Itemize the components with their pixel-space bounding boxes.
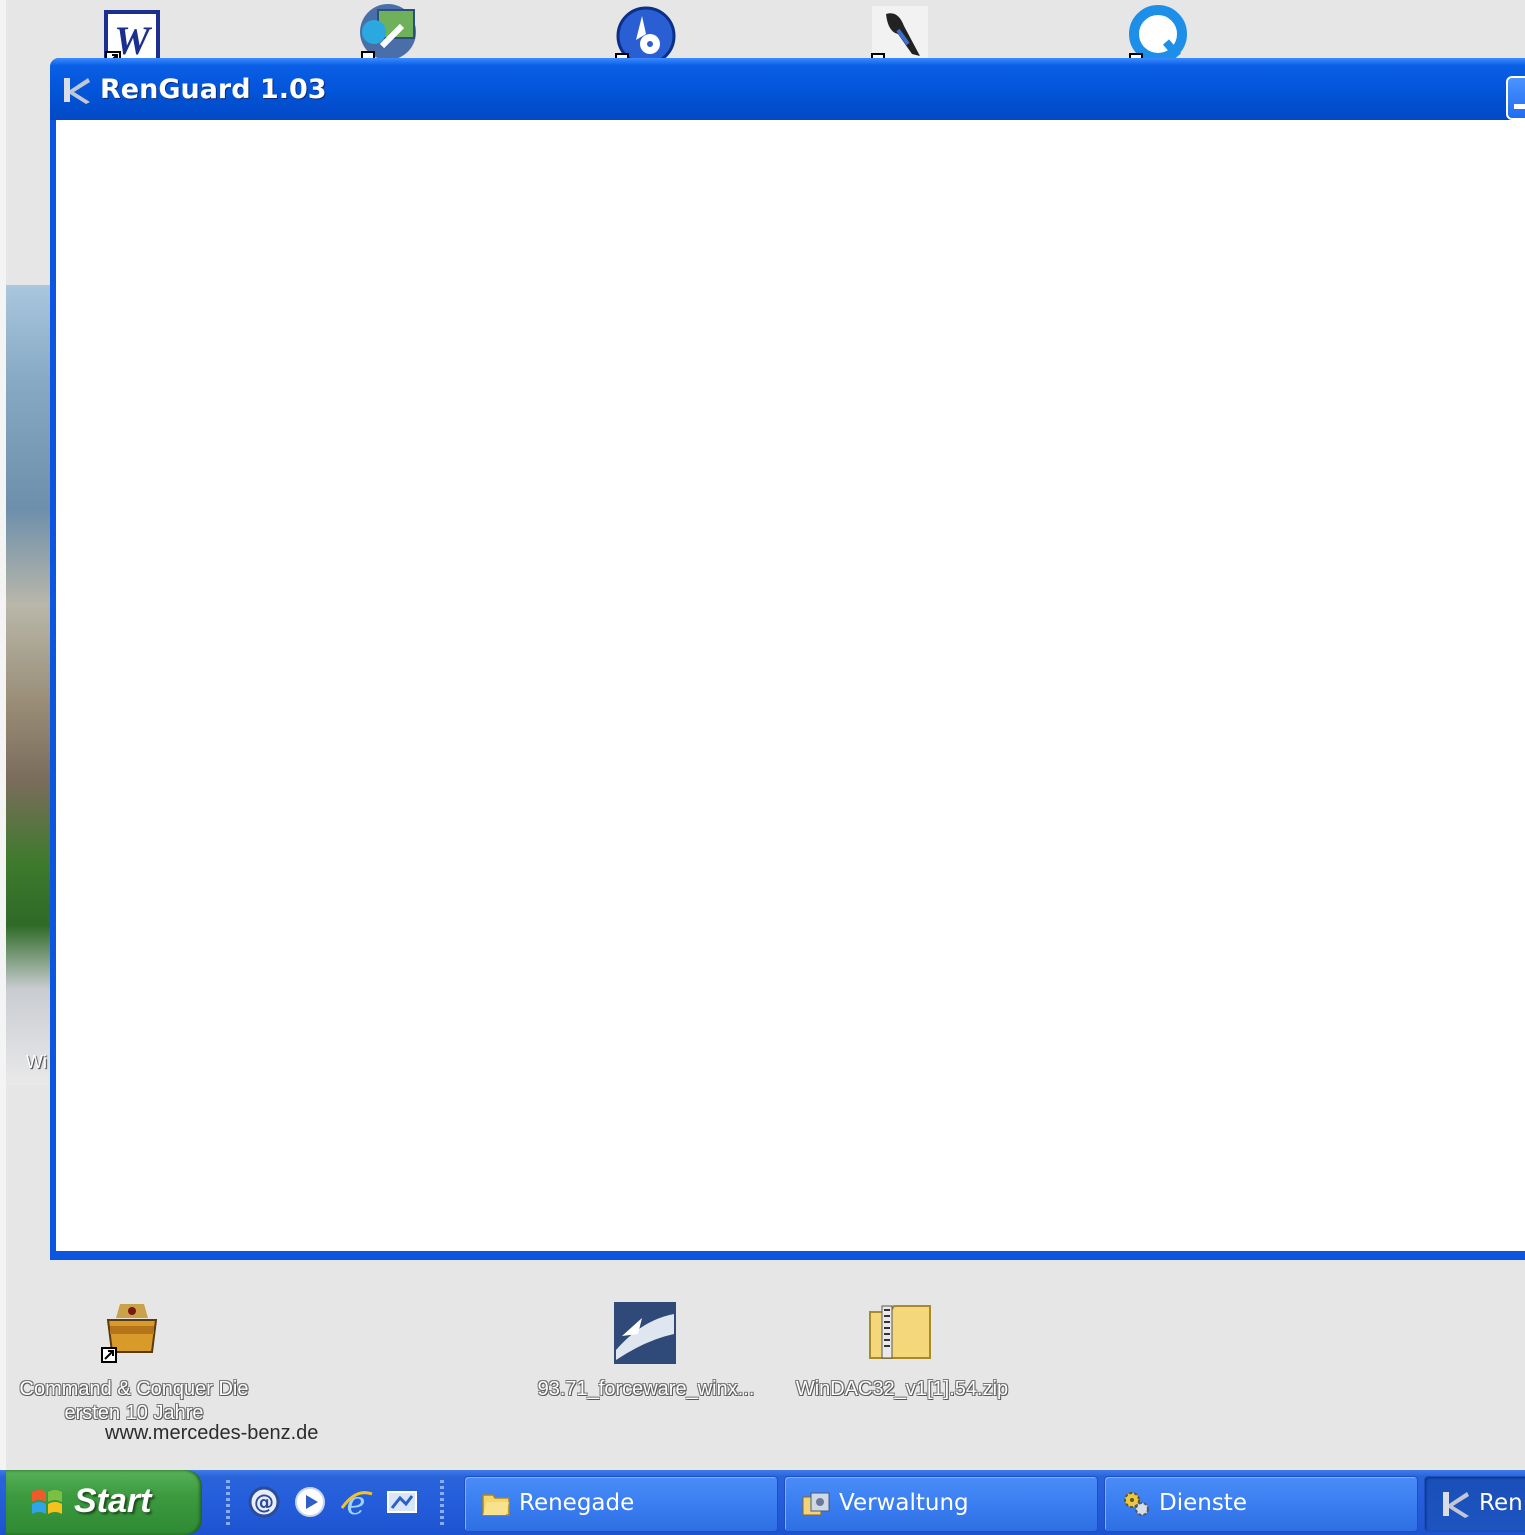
cnc-icon[interactable] xyxy=(100,1300,164,1364)
email-client-icon[interactable]: @ xyxy=(246,1484,282,1520)
taskbar-button-dienste[interactable]: Dienste xyxy=(1104,1476,1418,1532)
taskbar-grip[interactable] xyxy=(440,1480,444,1526)
folder-icon xyxy=(482,1494,510,1516)
wallpaper-caption: Wi xyxy=(26,1052,47,1072)
quicklaunch-grip[interactable] xyxy=(226,1480,230,1526)
admin-tools-icon xyxy=(802,1492,830,1516)
taskbar-button-renegade[interactable]: Renegade xyxy=(464,1476,778,1532)
taskbar-button-label: Renegade xyxy=(519,1490,635,1516)
forceware-icon-label: 93.71_forceware_winx... xyxy=(537,1378,755,1400)
photo-app-icon[interactable] xyxy=(356,2,420,66)
gears-icon xyxy=(1124,1492,1149,1516)
renguard-icon xyxy=(64,78,90,104)
svg-text:e: e xyxy=(347,1484,366,1520)
taskbar-button-label: Verwaltung xyxy=(839,1490,969,1516)
start-button[interactable]: Start xyxy=(6,1470,202,1535)
internet-explorer-icon[interactable]: e xyxy=(338,1484,374,1520)
svg-text:@: @ xyxy=(254,1490,274,1514)
show-desktop-icon[interactable] xyxy=(384,1484,420,1520)
window-title: RenGuard 1.03 xyxy=(100,74,327,105)
taskbar-button-label: Ren xyxy=(1479,1490,1523,1516)
cnc-icon-label: Command & Conquer Die ersten 10 Jahre xyxy=(19,1378,249,1424)
start-label: Start xyxy=(74,1482,152,1520)
zip-folder-icon-label: WinDAC32_v1[1].54.zip xyxy=(795,1378,1009,1400)
taskbar-button-renguard[interactable]: Ren xyxy=(1424,1476,1525,1532)
taskbar-button-verwaltung[interactable]: Verwaltung xyxy=(784,1476,1098,1532)
taskbar-button-label: Dienste xyxy=(1159,1490,1247,1516)
windows-flag-icon xyxy=(32,1490,62,1514)
wallpaper-url-text: www.mercedes-benz.de xyxy=(105,1422,319,1444)
renguard-window: RenGuard 1.03 xyxy=(50,58,1525,1260)
renguard-icon xyxy=(1443,1492,1469,1518)
media-player-icon[interactable] xyxy=(292,1484,328,1520)
wallpaper xyxy=(6,285,54,1085)
zip-folder-icon[interactable] xyxy=(868,1300,932,1364)
title-bar[interactable]: RenGuard 1.03 xyxy=(50,58,1525,120)
window-client-area[interactable] xyxy=(56,120,1525,1251)
minimize-button[interactable] xyxy=(1506,76,1525,120)
forceware-icon[interactable] xyxy=(612,1300,676,1364)
taskbar: Start @ e Renegade Verwaltung Dienste Re… xyxy=(0,1470,1525,1535)
